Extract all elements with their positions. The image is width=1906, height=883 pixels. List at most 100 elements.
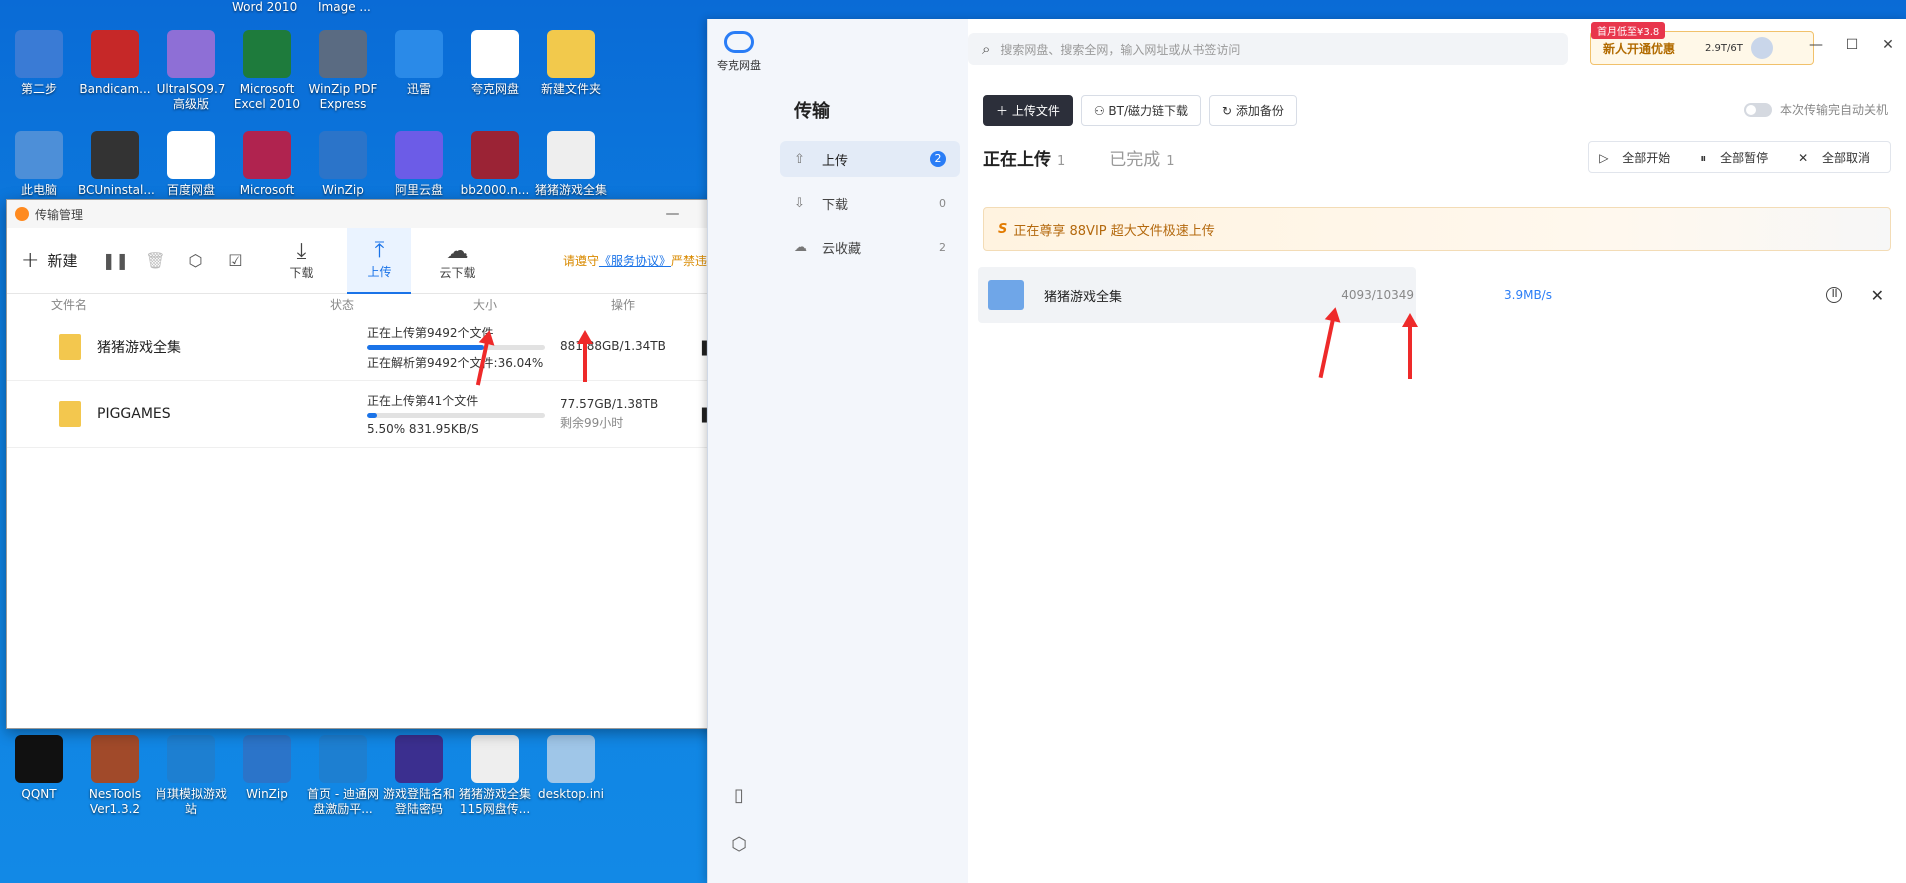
desktop-icon[interactable]: Microsoft — [230, 131, 304, 198]
desktop-icon[interactable]: desktop.ini — [534, 735, 608, 802]
toggle-switch[interactable] — [1743, 102, 1772, 117]
progress-bar — [367, 413, 545, 418]
tab-upload-label: 上传 — [367, 265, 392, 279]
table-row[interactable]: PIGGAMES 正在上传第41个文件 5.50% 831.95KB/S 77.57G… — [7, 381, 785, 448]
status-detail: 5.50% 831.95KB/S — [367, 422, 479, 436]
auto-shutdown-toggle[interactable]: 本次传输完自动关机 — [1743, 101, 1888, 118]
desktop-icon[interactable]: WinZip — [306, 131, 380, 198]
desktop-icon-image — [395, 735, 443, 783]
close-icon[interactable]: ✕ — [1871, 286, 1884, 305]
sidebar-item-download[interactable]: ⇩ 下载 0 — [780, 185, 960, 221]
file-progress: 4093/10349 — [1341, 288, 1414, 302]
desktop-icon-image — [547, 30, 595, 78]
sidebar-item-upload[interactable]: ⇧ 上传 2 — [780, 141, 960, 177]
desktop-icon[interactable]: WinZip PDF Express — [306, 30, 380, 112]
desktop-icon-image — [91, 30, 139, 78]
desktop-icon[interactable]: 猪猪游戏全集115网盘传... — [458, 735, 532, 817]
delete-icon[interactable]: 🗑 — [135, 251, 175, 270]
desktop-icon[interactable]: 肖琪模拟游戏站 — [154, 735, 228, 817]
col-name: 文件名 — [51, 297, 88, 312]
desktop-icon[interactable]: 阿里云盘 — [382, 131, 456, 198]
minimize-button[interactable]: — — [650, 206, 695, 222]
desktop-icon[interactable]: 此电脑 — [2, 131, 76, 198]
desktop-icon[interactable]: 夸克网盘 — [458, 30, 532, 97]
desktop-icon[interactable]: WinZip — [230, 735, 304, 802]
desktop-icon[interactable]: bb2000.n... — [458, 131, 532, 198]
size-cell: 77.57GB/1.38TB 剩余99小时 — [560, 397, 698, 431]
desktop-icon-image — [15, 30, 63, 78]
progress-fill — [367, 413, 377, 418]
desktop-icon-image — [547, 735, 595, 783]
desktop-icon-label: desktop.ini — [538, 787, 604, 801]
desktop-icon[interactable]: 迅雷 — [382, 30, 456, 97]
desktop-icon-image — [243, 131, 291, 179]
vip-banner: S 正在尊享 88VIP 超大文件极速上传 — [983, 207, 1891, 251]
desktop-icon-label: 第二步 — [20, 82, 57, 96]
desktop-icon[interactable]: 猪猪游戏全集 — [534, 131, 608, 198]
desktop-icon-label: 新建文件夹 — [540, 82, 601, 96]
desktop-icon[interactable]: 首页 - 迪通网盘激励平... — [306, 735, 380, 817]
start-all-button[interactable]: ▷ 全部开始 — [1589, 149, 1690, 166]
desktop-icon[interactable]: QQNT — [2, 735, 76, 802]
settings-icon[interactable]: ⬡ — [175, 251, 215, 270]
desktop-icon[interactable]: Bandicam... — [78, 30, 152, 97]
select-all-icon[interactable]: ☑ — [215, 251, 255, 270]
pause-all-button[interactable]: ⏸ 全部暂停 — [1690, 149, 1788, 166]
tab-uploading-label: 正在上传 — [983, 150, 1051, 170]
table-row[interactable]: 猪猪游戏全集 正在上传第9492个文件 正在解析第9492个文件:36.04% 881… — [7, 314, 785, 381]
upload-row[interactable]: 猪猪游戏全集 4093/10349 3.9MB/s ॥ ✕ — [978, 267, 1896, 323]
tab-cloud-download[interactable]: ☁ 云下载 — [425, 228, 489, 294]
vip-promo[interactable]: 首月低至¥3.8 新人开通优惠 2.9T/6T — [1590, 22, 1814, 65]
quark-logo[interactable]: 夸克网盘 — [708, 31, 770, 73]
avatar[interactable] — [1750, 37, 1773, 59]
upload-circle-icon: ⇧ — [794, 151, 805, 167]
desktop-icon[interactable]: Microsoft Excel 2010 — [230, 30, 304, 112]
cloud-icon: ☁ — [794, 239, 807, 255]
progress-bar — [367, 344, 545, 350]
desktop-icon[interactable]: UltraISO9.7 高级版 — [154, 30, 228, 112]
maximize-button[interactable]: ☐ — [1834, 37, 1870, 53]
tab-completed-count: 1 — [1166, 154, 1175, 169]
minimize-button[interactable]: — — [1798, 37, 1834, 53]
pause-all-icon[interactable]: ❚❚ — [95, 251, 135, 270]
col-size: 大小 — [473, 297, 498, 312]
desktop-icon-label: WinZip PDF Express — [308, 82, 378, 111]
upload-file-button[interactable]: ＋ 上传文件 — [983, 95, 1073, 126]
tab-uploading-count: 1 — [1057, 154, 1066, 169]
bt-download-button[interactable]: ⚇ BT/磁力链下载 — [1080, 95, 1202, 126]
desktop-icon-image — [319, 30, 367, 78]
desktop-icon-label: 夸克网盘 — [470, 82, 519, 96]
desktop-label-word: Word 2010 — [232, 0, 298, 14]
desktop-icon[interactable]: 百度网盘 — [154, 131, 228, 198]
cancel-all-button[interactable]: ✕ 全部取消 — [1788, 149, 1890, 166]
sidebar-item-cloud-collect[interactable]: ☁ 云收藏 2 — [780, 229, 960, 265]
tab-uploading[interactable]: 正在上传 1 — [983, 145, 1065, 170]
col-ops: 操作 — [611, 297, 636, 312]
folder-icon — [988, 280, 1024, 310]
tab-upload[interactable]: ⤒ 上传 — [347, 227, 412, 294]
desktop-label-image: Image ... — [318, 0, 371, 14]
add-backup-button[interactable]: ↻ 添加备份 — [1209, 95, 1297, 126]
desktop-icon[interactable]: 新建文件夹 — [534, 30, 608, 97]
desktop-icon[interactable]: NesTools Ver1.3.2 — [78, 735, 152, 817]
desktop-icon-label: 游戏登陆名和登陆密码 — [382, 787, 455, 816]
tab-completed[interactable]: 已完成 1 — [1109, 145, 1174, 170]
transfer-manager-titlebar[interactable]: 传输管理 — ☐ ✕ — [7, 200, 785, 228]
desktop-icon-image — [319, 131, 367, 179]
desktop-icon[interactable]: 第二步 — [2, 30, 76, 97]
tab-download[interactable]: ⤓ 下载 — [269, 228, 333, 294]
file-name: PIGGAMES — [97, 406, 171, 422]
close-button[interactable]: ✕ — [1870, 37, 1906, 53]
search-input[interactable]: ⌕ 搜索网盘、搜索全网，输入网址或从书签访问 — [968, 33, 1568, 65]
phone-icon[interactable]: ▯ — [708, 785, 770, 806]
service-agreement-link[interactable]: 《服务协议》 — [599, 254, 671, 268]
pause-icon[interactable]: ॥ — [1826, 287, 1842, 303]
desktop-icon-label: 此电脑 — [20, 183, 57, 197]
desktop-icon-label: 首页 - 迪通网盘激励平... — [307, 787, 379, 816]
desktop-icon-label: WinZip — [322, 183, 364, 197]
settings-icon[interactable]: ⬡ — [708, 834, 770, 855]
search-icon: ⌕ — [982, 40, 991, 58]
new-button[interactable]: + 新建 — [21, 248, 77, 273]
desktop-icon[interactable]: BCUninstal... — [78, 131, 155, 198]
desktop-icon[interactable]: 游戏登陆名和登陆密码 — [382, 735, 456, 817]
